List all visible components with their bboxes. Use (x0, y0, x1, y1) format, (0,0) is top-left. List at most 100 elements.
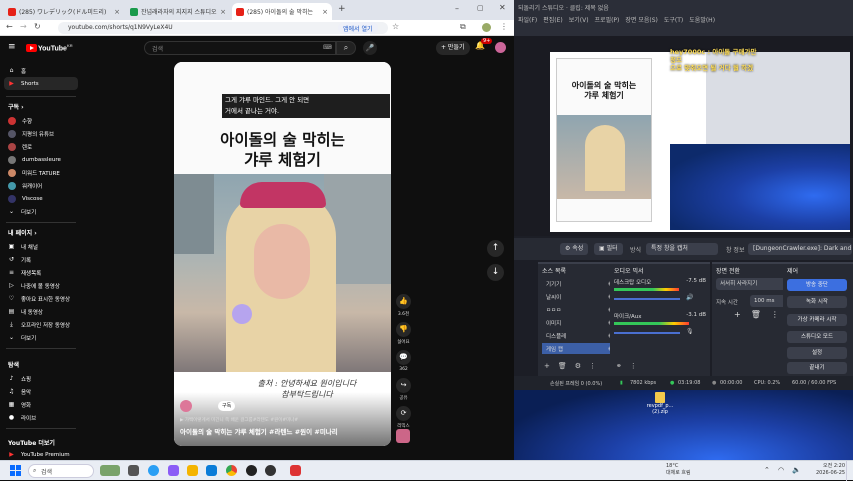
minimize-button[interactable]: – (455, 4, 459, 13)
voice-search-icon[interactable]: 🎤 (363, 41, 377, 55)
more-icon[interactable]: ⋮ (771, 310, 779, 319)
system-clock[interactable]: 오전 2:20 2026-06-25 (816, 463, 845, 477)
menu-edit[interactable]: 편집(E) (543, 15, 563, 24)
like-icon[interactable]: 👍 (396, 294, 411, 309)
sidebar-sub-2[interactable]: 지평의 유튜브 (4, 127, 78, 140)
back-icon[interactable]: ← (6, 22, 13, 31)
microphone-icon[interactable]: 🎙 (686, 328, 694, 335)
volume-icon[interactable]: 🔈 (792, 466, 801, 474)
volume-slider[interactable] (614, 332, 680, 334)
you-heading[interactable]: 내 페이지 › (8, 228, 37, 237)
video-tag-line[interactable]: ▶ 가백이렇게서 미긴니 쪽 배운 걸그룹#라텐도 #원이#미나# (180, 417, 298, 423)
sound-thumbnail[interactable] (396, 429, 410, 443)
extensions-icon[interactable]: ⧉ (460, 22, 466, 32)
dislike-icon[interactable]: 👎 (396, 322, 411, 337)
youtube-logo-text[interactable]: YouTubeKR (38, 43, 73, 52)
menu-tools[interactable]: 도구(T) (664, 15, 683, 24)
menu-view[interactable]: 보기(V) (569, 15, 589, 24)
sidebar-item-shorts[interactable]: ▶ Shorts (4, 77, 78, 90)
sidebar-item-history[interactable]: ↺ 기록 (4, 253, 78, 266)
more-icon[interactable]: ⋮ (630, 362, 637, 370)
sidebar-item-playlists[interactable]: ≡ 재생목록 (4, 266, 78, 279)
sidebar-item-live[interactable]: ● 라이브 (4, 411, 78, 424)
file-explorer-icon[interactable] (187, 465, 198, 476)
bookmark-star-icon[interactable]: ☆ (392, 22, 399, 31)
browser-tab-3[interactable]: (285) 아이돌의 술 막히는 × (232, 3, 332, 20)
sidebar-item-music[interactable]: ♫ 음악 (4, 385, 78, 398)
sidebar-sub-5[interactable]: 미워드 TATURE (4, 166, 78, 179)
studio-mode-button[interactable]: 스튜디오 모드 (787, 331, 847, 343)
shorts-video-player[interactable]: 그게 갸루 마인드. 그게 안 되면 거에서 끝나는 거야. 아이돌의 술 막히… (174, 62, 391, 446)
search-input[interactable]: 검색 (144, 41, 336, 55)
app-icon[interactable] (168, 465, 179, 476)
sidebar-item-home[interactable]: ⌂ 홈 (4, 64, 78, 77)
capture-method-select[interactable]: 특정 창을 캡처 (646, 243, 718, 255)
like-action[interactable]: 👍 3.6천 (396, 294, 411, 317)
close-icon[interactable]: × (220, 8, 226, 16)
sidebar-more-you[interactable]: ⌄ 더보기 (4, 331, 78, 344)
start-recording-button[interactable]: 녹화 시작 (787, 296, 847, 308)
transition-type-select[interactable]: 서서히 사라지기 (716, 278, 792, 290)
task-view-icon[interactable] (128, 465, 139, 476)
open-in-app-button[interactable]: 앱에서 열기 (338, 22, 378, 34)
subscribe-button[interactable]: 구독 (218, 401, 236, 411)
link-icon[interactable]: ⚭ (616, 362, 622, 370)
sidebar-item-watch-later[interactable]: ▷ 나중에 볼 동영상 (4, 279, 78, 292)
previous-short-button[interactable]: ↑ (487, 240, 504, 257)
reload-icon[interactable]: ↻ (34, 22, 41, 31)
speaker-icon[interactable]: 🔊 (686, 294, 693, 301)
comment-action[interactable]: 💬 362 (396, 350, 411, 372)
properties-button[interactable]: ⚙ 속성 (560, 243, 589, 255)
create-button[interactable]: + 만들기 (436, 41, 470, 55)
sidebar-sub-1[interactable]: 수향 (4, 114, 78, 127)
sidebar-sub-4[interactable]: dumbassleure (4, 153, 78, 166)
menu-scene-collection[interactable]: 장면 모음(S) (625, 15, 657, 24)
sidebar-item-liked[interactable]: ♡ 좋아요 표시한 동영상 (4, 292, 78, 305)
maximize-button[interactable]: ▢ (477, 4, 484, 12)
exit-button[interactable]: 끝내기 (787, 362, 847, 374)
account-avatar[interactable] (495, 42, 506, 53)
comment-icon[interactable]: 💬 (396, 350, 411, 365)
share-action[interactable]: ↪ 공유 (396, 378, 411, 401)
close-icon[interactable]: × (114, 8, 120, 16)
search-button[interactable]: ⌕ (336, 41, 356, 55)
stop-streaming-button[interactable]: 방송 중단 (787, 279, 847, 291)
menu-help[interactable]: 도움말(H) (689, 15, 715, 24)
add-icon[interactable]: + (544, 362, 550, 370)
app-icon[interactable] (265, 465, 276, 476)
profile-avatar[interactable] (482, 23, 491, 32)
menu-file[interactable]: 파일(F) (518, 15, 537, 24)
browser-tab-1[interactable]: (285) ワレデリック(ドル미드리) × (4, 3, 124, 20)
weather-widget[interactable]: 18°C 대체로 흐림 (666, 463, 691, 477)
windows-start-icon[interactable] (10, 465, 21, 476)
widgets-icon[interactable] (100, 465, 120, 476)
video-title[interactable]: 아이돌의 술 막히는 갸루 체험기 #라텐느 #원이 #미나리 (180, 426, 338, 436)
next-short-button[interactable]: ↓ (487, 264, 504, 281)
show-desktop-button[interactable] (846, 461, 850, 481)
store-icon[interactable] (206, 465, 217, 476)
volume-slider[interactable] (614, 298, 680, 300)
app-icon[interactable] (290, 465, 301, 476)
forward-icon[interactable]: → (20, 22, 27, 31)
browser-tab-2[interactable]: 잔넘래라자의 지지지 스튜디오 × (126, 3, 230, 20)
window-select[interactable]: [DungeonCrawler.exe]: Dark and (748, 243, 852, 255)
trash-icon[interactable]: 🗑 (751, 310, 761, 319)
sidebar-item-my-videos[interactable]: ▤ 내 동영상 (4, 305, 78, 318)
chrome-icon[interactable] (226, 465, 237, 476)
subscriptions-heading[interactable]: 구독 › (8, 102, 24, 111)
sidebar-sub-3[interactable]: 렌로 (4, 140, 78, 153)
settings-button[interactable]: 설정 (787, 347, 847, 359)
more-icon[interactable]: ⋮ (589, 362, 596, 370)
youtube-logo-icon[interactable] (26, 44, 37, 52)
menu-profile[interactable]: 프로필(P) (595, 15, 620, 24)
sidebar-sub-7[interactable]: Viscose (4, 192, 78, 205)
sidebar-item-shopping[interactable]: ♪ 쇼핑 (4, 372, 78, 385)
sidebar-item-premium[interactable]: ▶ YouTube Premium (4, 448, 78, 460)
desktop-zip-file[interactable]: revpdf_p... (2).zip (640, 392, 680, 415)
channel-avatar[interactable] (180, 400, 192, 412)
sidebar-item-movies[interactable]: ▦ 영화 (4, 398, 78, 411)
remix-action[interactable]: ⟳ 리믹스 (396, 406, 411, 429)
close-icon[interactable]: × (322, 8, 328, 16)
obs-preview[interactable]: 아이돌의 술 막히는 갸루 체험기 hey7000c : 아이돌 구매가만정모 … (514, 36, 853, 236)
tray-chevron-icon[interactable]: ⌃ (764, 466, 770, 474)
